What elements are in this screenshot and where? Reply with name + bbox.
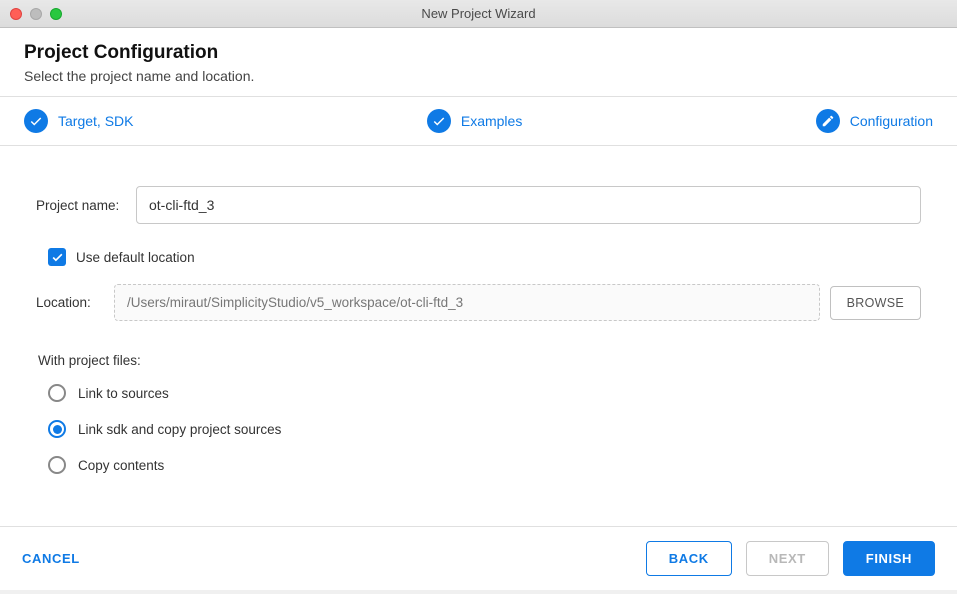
with-project-files-label: With project files: (38, 353, 921, 368)
radio-button[interactable] (48, 384, 66, 402)
radio-label: Copy contents (78, 458, 164, 473)
step-label: Examples (461, 113, 522, 129)
form-content: Project name: Use default location Locat… (0, 146, 957, 526)
step-target-sdk[interactable]: Target, SDK (24, 109, 133, 133)
step-label: Configuration (850, 113, 933, 129)
radio-button[interactable] (48, 456, 66, 474)
step-label: Target, SDK (58, 113, 133, 129)
maximize-window-button[interactable] (50, 8, 62, 20)
location-input (114, 284, 820, 321)
project-name-row: Project name: (36, 186, 921, 224)
project-name-label: Project name: (36, 198, 136, 213)
radio-label: Link sdk and copy project sources (78, 422, 281, 437)
wizard-steps: Target, SDK Examples Configuration (0, 97, 957, 146)
radio-option-copy-contents[interactable]: Copy contents (48, 456, 921, 474)
browse-button[interactable]: BROWSE (830, 286, 921, 320)
pencil-icon (816, 109, 840, 133)
project-files-radio-group: Link to sources Link sdk and copy projec… (48, 384, 921, 474)
use-default-location-label: Use default location (76, 250, 195, 265)
check-icon (24, 109, 48, 133)
finish-button[interactable]: FINISH (843, 541, 935, 576)
window-controls (0, 8, 62, 20)
location-row: Location: BROWSE (36, 284, 921, 321)
radio-button[interactable] (48, 420, 66, 438)
check-icon (427, 109, 451, 133)
titlebar: New Project Wizard (0, 0, 957, 28)
footer: CANCEL BACK NEXT FINISH (0, 526, 957, 590)
location-label: Location: (36, 295, 104, 310)
radio-option-link-sdk-copy[interactable]: Link sdk and copy project sources (48, 420, 921, 438)
use-default-location-row[interactable]: Use default location (48, 248, 921, 266)
minimize-window-button[interactable] (30, 8, 42, 20)
radio-label: Link to sources (78, 386, 169, 401)
page-subtitle: Select the project name and location. (24, 68, 933, 84)
header-section: Project Configuration Select the project… (0, 28, 957, 97)
radio-option-link-sources[interactable]: Link to sources (48, 384, 921, 402)
project-name-input[interactable] (136, 186, 921, 224)
window-title: New Project Wizard (421, 6, 535, 21)
step-examples[interactable]: Examples (427, 109, 522, 133)
footer-nav: BACK NEXT FINISH (646, 541, 935, 576)
step-configuration[interactable]: Configuration (816, 109, 933, 133)
cancel-button[interactable]: CANCEL (22, 551, 80, 566)
use-default-location-checkbox[interactable] (48, 248, 66, 266)
page-title: Project Configuration (24, 42, 933, 64)
back-button[interactable]: BACK (646, 541, 732, 576)
next-button: NEXT (746, 541, 829, 576)
close-window-button[interactable] (10, 8, 22, 20)
